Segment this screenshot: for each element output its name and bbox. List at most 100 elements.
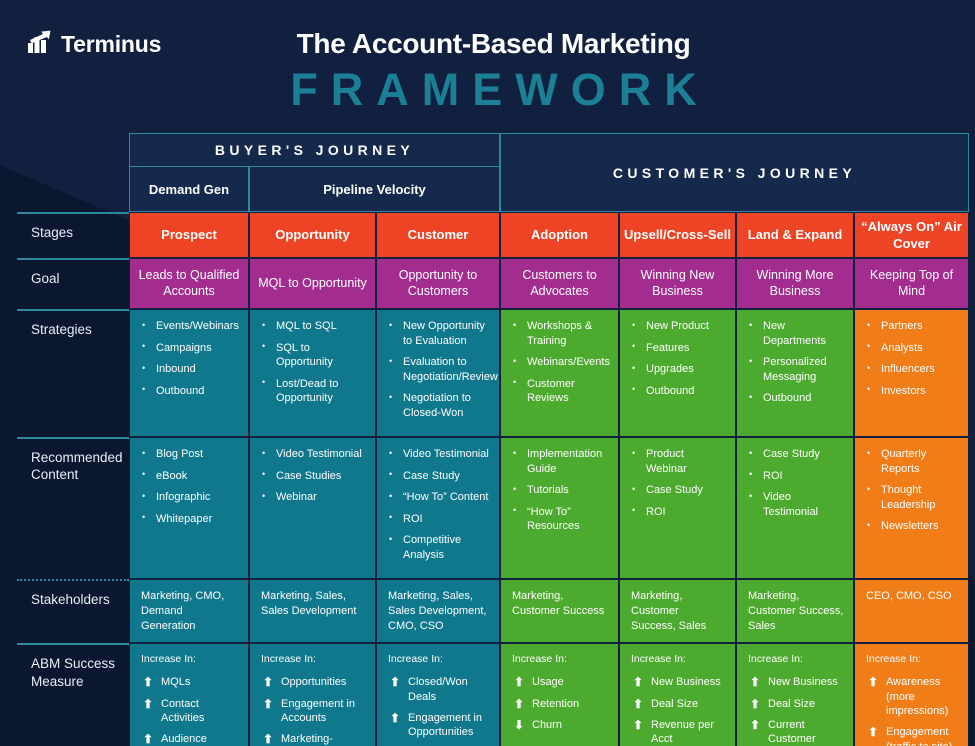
list-item: Personalized Messaging xyxy=(748,355,844,384)
measure-item: ⬆ Opportunities xyxy=(263,675,347,690)
increase-in-label: Increase In: xyxy=(748,653,803,666)
measure-item: ⬆ Deal Size xyxy=(633,696,699,711)
list-item: Evaluation to Negotiation/Review xyxy=(388,355,498,384)
list-item: Blog Post xyxy=(141,447,239,462)
content-cell: Implementation Guide Tutorials “How To” Re… xyxy=(500,437,619,580)
measure-item: ⬆Current Customer Revenue xyxy=(750,717,816,746)
strategies-cell: New Departments Personalized Messaging Out… xyxy=(736,309,854,438)
arrow-up-icon: ⬆ xyxy=(263,696,274,711)
framework-grid: BUYER'S JOURNEY CUSTOMER'S JOURNEY Deman… xyxy=(17,133,969,746)
stage-cell: Customer xyxy=(376,212,500,258)
measure-item: ⬆ Contact Activities xyxy=(143,696,205,724)
measure-cell: Increase In: ⬆ New Business ⬆ Deal Size ⬆ Curr… xyxy=(736,643,854,746)
list-item: Upgrades xyxy=(631,362,726,377)
list-item: Implementation Guide xyxy=(512,447,609,476)
strategies-cell: MQL to SQL SQL to Opportunity Lost/Dead to… xyxy=(249,309,376,438)
measure-item: ⬆ Engagement in Accounts xyxy=(263,696,355,724)
header: Terminus The Account-Based Marketing FRA… xyxy=(0,0,975,133)
subband-demand-gen: Demand Gen xyxy=(129,167,249,212)
measure-list: ⬆ New Business ⬆ Deal Size ⬆ Current Customer… xyxy=(748,675,844,746)
list-item: Case Study xyxy=(748,447,844,462)
increase-in-label: Increase In: xyxy=(388,653,443,666)
measure-cell: Increase In: ⬆ Awareness (more impressions… xyxy=(854,643,969,746)
row-label-recommended-content: Recommended Content xyxy=(17,437,129,579)
content-cell: Video Testimonial Case Study “How To” Cont… xyxy=(376,437,500,580)
measure-list: ⬆MQLs⬆Contact Activities⬆Audience⬆Execut… xyxy=(141,675,239,746)
measure-cell: Increase In: ⬆ Opportunities ⬆ Engagement in… xyxy=(249,643,376,746)
measure-cell: Increase In: ⬆ New Business ⬆ Deal Size ⬆ Reve… xyxy=(619,643,736,746)
strategies-list: Events/Webinars Campaigns Inbound Outbound xyxy=(141,319,239,398)
content-list: Quarterly Reports Thought Leadership Newsl… xyxy=(866,447,959,534)
list-item: Features xyxy=(631,340,726,356)
stakeholders-cell: Marketing, Customer Success, Sales xyxy=(619,579,736,644)
list-item: Infographic xyxy=(141,490,239,505)
list-item: MQL to SQL xyxy=(261,319,366,334)
arrow-up-icon: ⬆ xyxy=(750,696,761,711)
arrow-up-icon: ⬆ xyxy=(868,725,879,740)
increase-in-label: Increase In: xyxy=(261,653,316,666)
strategies-list: Workshops & Training Webinars/Events Custo… xyxy=(512,318,610,406)
list-item: Lost/Dead to Opportunity xyxy=(261,376,366,406)
list-item: Workshops & Training xyxy=(512,318,609,348)
measure-item: ⬆ Deal Size xyxy=(750,696,816,711)
measure-list: ⬆ Usage ⬆ Retention ⬇ Churn xyxy=(512,675,609,732)
arrow-up-icon: ⬆ xyxy=(514,696,525,711)
list-item: Newsletters xyxy=(866,519,959,534)
increase-in-label: Increase In: xyxy=(512,653,567,666)
strategies-cell: New Opportunity to Evaluation Evaluation … xyxy=(376,309,500,438)
list-item: Webinar xyxy=(261,490,366,505)
measure-item: ⬆Marketing-Sourced Pipeline xyxy=(263,732,333,746)
list-item: New Product xyxy=(631,319,726,334)
measure-list: ⬆ Awareness (more impressions) ⬆ Engagement… xyxy=(866,675,959,746)
list-item: Investors xyxy=(866,383,959,399)
list-item: New Departments xyxy=(748,318,844,348)
band-buyers-journey: BUYER'S JOURNEY xyxy=(129,133,500,167)
stakeholders-text: Marketing, CMO, Demand Generation xyxy=(141,590,225,632)
stage-cell: Opportunity xyxy=(249,212,376,258)
grid-corner-spacer xyxy=(17,133,129,167)
list-item: Quarterly Reports xyxy=(866,447,959,476)
list-item: Competitive Analysis xyxy=(388,533,490,562)
stage-cell: “Always On” Air Cover xyxy=(854,212,969,258)
strategies-list: New Product Features Upgrades Outbound xyxy=(631,319,726,398)
content-list: Product Webinar Case Study ROI xyxy=(631,447,726,519)
arrow-up-icon: ⬆ xyxy=(143,696,154,711)
measure-item: ⬆ New Business xyxy=(633,675,721,690)
arrow-up-icon: ⬆ xyxy=(143,732,154,746)
row-label-abm-success-measure: ABM Success Measure xyxy=(17,643,129,746)
measure-item: ⬆ New Business xyxy=(750,675,838,690)
measure-item: ⬆ MQLs xyxy=(143,675,191,690)
stakeholders-cell: Marketing, CMO, Demand Generation xyxy=(129,579,249,644)
arrow-up-icon: ⬆ xyxy=(750,717,761,732)
list-item: Case Study xyxy=(631,483,726,498)
measure-cell: Increase In: ⬆ Closed/Won Deals ⬆ Engagement… xyxy=(376,643,500,746)
stage-cell: Prospect xyxy=(129,212,249,258)
list-item: Outbound xyxy=(631,383,726,399)
subband-pipeline-velocity: Pipeline Velocity xyxy=(249,167,500,212)
stakeholders-text: CEO, CMO, CSO xyxy=(866,590,952,603)
arrow-up-icon: ⬆ xyxy=(750,675,761,690)
goal-cell: Opportunity to Customers xyxy=(376,258,500,309)
list-item: Analysts xyxy=(866,340,959,356)
arrow-up-icon: ⬆ xyxy=(633,675,644,690)
stakeholders-cell: Marketing, Sales, Sales Development xyxy=(249,579,376,644)
arrow-up-icon: ⬆ xyxy=(263,675,274,690)
content-list: Case Study ROI Video Testimonial xyxy=(748,447,844,519)
measure-list: ⬆ Opportunities ⬆ Engagement in Accounts ⬆ Ma… xyxy=(261,675,366,746)
list-item: Outbound xyxy=(748,391,844,406)
arrow-up-icon: ⬆ xyxy=(633,717,644,732)
page-title: The Account-Based Marketing xyxy=(296,28,691,59)
stakeholders-text: Marketing, Sales, Sales Development, CMO… xyxy=(388,590,487,632)
increase-in-label: Increase In: xyxy=(141,653,196,666)
measure-item: ⬆ Closed/Won Deals xyxy=(390,675,468,703)
arrow-up-icon: ⬆ xyxy=(868,675,879,690)
list-item: Partners xyxy=(866,319,959,334)
list-item: ROI xyxy=(748,468,844,484)
increase-in-label: Increase In: xyxy=(866,653,921,666)
content-cell: Blog Post eBook Infographic Whitepaper xyxy=(129,437,249,580)
measure-item: ⬆ Audience xyxy=(143,732,207,746)
goal-cell: Winning More Business xyxy=(736,258,854,309)
goal-cell: Leads to Qualified Accounts xyxy=(129,258,249,309)
strategies-list: New Departments Personalized Messaging Out… xyxy=(748,318,844,406)
list-item: Tutorials xyxy=(512,483,609,498)
